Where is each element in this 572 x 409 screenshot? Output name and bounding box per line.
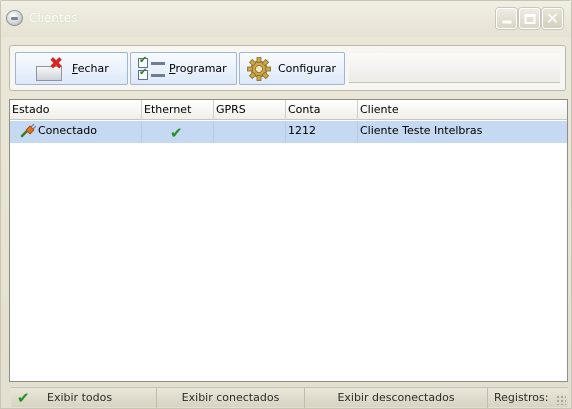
maximize-icon [524, 13, 535, 24]
cell-gprs [214, 121, 286, 143]
checklist-icon [137, 55, 165, 82]
connected-plug-icon [20, 123, 37, 138]
configurar-label: Configurar [278, 62, 337, 75]
close-box-icon: ✖ [36, 54, 64, 82]
fechar-label: Fechar [72, 62, 109, 75]
title-bar[interactable]: Clientes ✕ [1, 1, 571, 37]
minimize-icon [502, 20, 511, 24]
minimize-button[interactable] [496, 8, 517, 29]
app-icon [6, 10, 23, 26]
programar-button[interactable]: Programar [130, 52, 237, 85]
column-header-cliente[interactable]: Cliente [358, 100, 567, 120]
exibir-desconectados-button[interactable]: Exibir desconectados [305, 388, 488, 408]
cell-ethernet: ✔ [142, 121, 214, 143]
maximize-button[interactable] [519, 8, 540, 29]
column-header-estado[interactable]: Estado [10, 100, 142, 120]
close-icon: ✕ [545, 8, 560, 28]
cell-estado: Conectado [10, 121, 142, 143]
estado-text: Conectado [38, 124, 97, 137]
checkmark-icon: ✔ [170, 124, 183, 142]
configurar-button[interactable]: Configurar [239, 52, 345, 85]
exibir-todos-label: Exibir todos [47, 391, 113, 404]
fechar-button[interactable]: ✖ Fechar [15, 52, 128, 85]
exibir-todos-button[interactable]: ✔ Exibir todos [11, 388, 157, 408]
column-header-conta[interactable]: Conta [286, 100, 358, 120]
programar-label: Programar [169, 62, 227, 75]
resize-grip[interactable] [556, 395, 566, 405]
status-bar: ✔ Exibir todos Exibir conectados Exibir … [11, 387, 568, 408]
exibir-conectados-button[interactable]: Exibir conectados [157, 388, 305, 408]
clientes-window: Clientes ✕ ✖ Fechar Programar [0, 0, 572, 409]
toolbar-empty-area [349, 53, 560, 83]
toolbar: ✖ Fechar Programar [9, 45, 566, 91]
table-header: Estado Ethernet GPRS Conta Cliente [10, 100, 567, 120]
clients-table[interactable]: Estado Ethernet GPRS Conta Cliente Conec… [9, 99, 568, 382]
table-row[interactable]: Conectado ✔ 1212 Cliente Teste Intelbras [10, 121, 567, 143]
cell-conta: 1212 [286, 121, 358, 143]
close-window-button[interactable]: ✕ [542, 8, 563, 29]
window-title: Clientes [29, 11, 78, 25]
column-header-gprs[interactable]: GPRS [214, 100, 286, 120]
column-header-ethernet[interactable]: Ethernet [142, 100, 214, 120]
cell-cliente: Cliente Teste Intelbras [360, 124, 483, 137]
gear-icon [246, 56, 272, 82]
checkmark-icon: ✔ [17, 389, 30, 407]
